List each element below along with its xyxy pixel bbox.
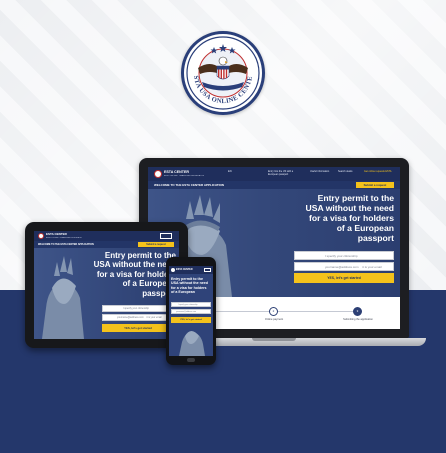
tablet-email-field[interactable]: yourname@address.com it is your email [102, 314, 174, 321]
hero-heading: Entry permit to the USA without the need… [268, 193, 394, 243]
phone-screen: ESTA CENTER Entry permit to the USA with… [169, 266, 213, 356]
welcome-text: WELCOME TO THE ESTA CENTER APPLICATION [154, 183, 224, 187]
tablet-header: ESTA CENTER ELECTRONIC TRAVEL AUTHORIZAT… [34, 231, 179, 241]
step-2-label: Online payment [264, 318, 284, 321]
tablet-hero-line-2: USA without the need [93, 260, 176, 270]
product-mockup: ESTA USA ONLINE CENTER ESTA CENTER ELECT… [0, 0, 446, 453]
step-3-label: Submitting the application [343, 318, 373, 321]
get-started-button[interactable]: YES, let's get started [294, 273, 394, 283]
hero-line-3: for a visa for holders [308, 213, 394, 223]
tablet-brand-tagline: ELECTRONIC TRAVEL AUTHORIZATION [46, 236, 82, 239]
tablet-statue-image [42, 256, 84, 339]
phone-brand-name: ESTA CENTER [176, 268, 193, 271]
laptop-notch [252, 338, 296, 341]
welcome-bar: WELCOME TO THE ESTA CENTER APPLICATION S… [148, 181, 400, 189]
hero-line-1: Entry permit to the [317, 193, 394, 203]
step-3-marker: 3 [353, 307, 362, 316]
tablet-hero-heading: Entry permit to the USA without the need… [90, 251, 176, 298]
phone-hero-heading: Entry permit to the USA without the need… [171, 277, 211, 295]
submit-request-button[interactable]: Submit a request [356, 182, 394, 188]
hero-line-4: of a European [336, 223, 394, 233]
phone-hero-line-4: of a European [171, 290, 195, 295]
hero-line-5: passport [357, 233, 394, 243]
tablet-hero-line-3: for a visa for holders [96, 269, 176, 279]
phone-citizenship-select[interactable]: I specify your citizenship [171, 302, 211, 307]
phone-statue-image [179, 331, 205, 356]
phone-email-field[interactable]: yourname@address.com [171, 309, 211, 314]
nav-link-info[interactable]: Useful information [310, 170, 332, 173]
tablet-email-suffix: it is your email [146, 316, 162, 319]
nav-link-search[interactable]: Search desks [338, 170, 358, 173]
brand-tagline: ELECTRONIC TRAVEL AUTHORIZATION [164, 175, 204, 177]
tablet-menu-icon[interactable] [160, 233, 172, 239]
nav-link-requests[interactable]: Get online requests ESTA [364, 170, 398, 173]
tablet-submit-request-button[interactable]: Submit a request [138, 242, 174, 247]
tablet-hero-line-5: passport [142, 288, 176, 298]
phone-get-started-button[interactable]: YES, let's get started [171, 317, 211, 323]
citizenship-select[interactable]: I specify your citizenship [294, 251, 394, 260]
logo-icon [154, 170, 162, 178]
nav-link-entry[interactable]: Entry Into the US with a European passpo… [268, 170, 304, 176]
lang-selector[interactable]: EN [228, 170, 232, 173]
tablet-brand-name: ESTA CENTER [46, 231, 67, 236]
tablet-screen: ESTA CENTER ELECTRONIC TRAVEL AUTHORIZAT… [34, 231, 179, 339]
site-header: ESTA CENTER ELECTRONIC TRAVEL AUTHORIZAT… [148, 167, 400, 181]
esta-logo-seal: ESTA USA ONLINE CENTER [181, 31, 265, 115]
email-placeholder: yourname@address.com [325, 265, 359, 269]
brand-name: ESTA CENTER [164, 170, 189, 174]
hero-line-2: USA without the need [305, 203, 394, 213]
tablet-hero-line-4: of a European [122, 279, 176, 289]
eagle-emblem-icon: ESTA USA ONLINE CENTER [184, 34, 260, 110]
tablet-email-placeholder: yourname@address.com [117, 316, 144, 319]
phone-logo-icon [171, 268, 175, 272]
tablet-hero-line-1: Entry permit to the [104, 251, 176, 260]
tablet-welcome-bar: WELCOME TO THE ESTA CENTER APPLICATION S… [34, 241, 179, 248]
phone-header: ESTA CENTER [169, 266, 213, 274]
phone-home-button [187, 358, 195, 362]
tablet-welcome-text: WELCOME TO THE ESTA CENTER APPLICATION [38, 243, 94, 246]
email-suffix: it is your email [362, 265, 382, 269]
step-2-marker: 2 [269, 307, 278, 316]
phone-menu-icon[interactable] [204, 268, 211, 272]
tablet-get-started-button[interactable]: YES, let's get started [102, 324, 174, 332]
tablet-citizenship-select[interactable]: I specify your citizenship [102, 305, 174, 312]
tablet-logo-icon [38, 233, 44, 239]
email-field[interactable]: yourname@address.com it is your email [294, 262, 394, 271]
